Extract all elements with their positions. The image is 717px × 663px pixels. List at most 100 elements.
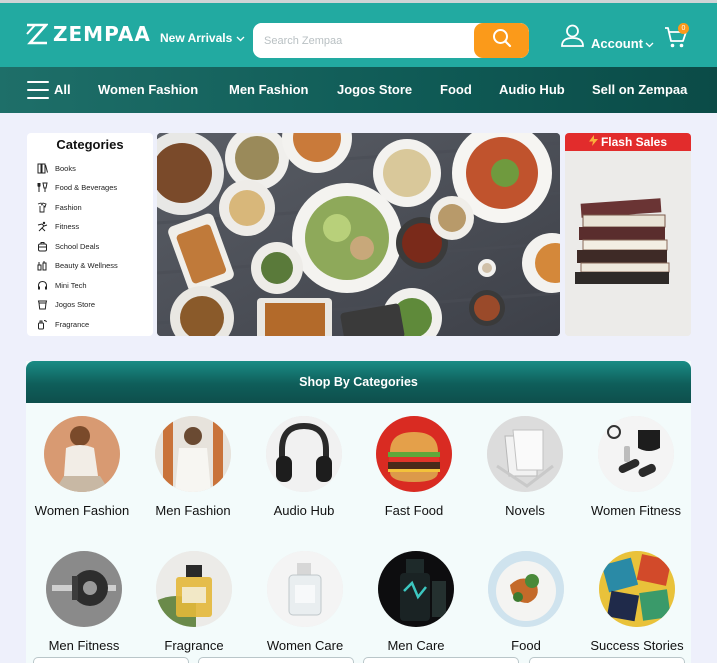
account-menu[interactable]: Account (560, 23, 654, 53)
sidebar-item-label: Jogos Store (55, 299, 96, 309)
sidebar-item-label: Mini Tech (55, 280, 87, 290)
nav-all[interactable]: All (54, 82, 71, 97)
food-image (488, 551, 564, 627)
search-bar (253, 23, 529, 58)
product-card[interactable] (33, 657, 189, 663)
fragrance-image (156, 551, 232, 627)
women-care-image (267, 551, 343, 627)
nav-food[interactable]: Food (440, 82, 472, 97)
category-tile-women-fitness[interactable]: Women Fitness (581, 416, 691, 518)
fragrance-icon (36, 318, 48, 330)
sidebar-item-school-deals[interactable]: School Deals (36, 239, 99, 253)
flash-sales-card[interactable]: Flash Sales (565, 133, 691, 336)
flash-sales-header: Flash Sales (565, 133, 691, 151)
sidebar-item-label: School Deals (55, 241, 100, 251)
women-fashion-image (44, 416, 120, 492)
fashion-icon (36, 201, 48, 213)
sidebar-item-fragrance[interactable]: Fragrance (36, 317, 89, 331)
category-tile-women-care[interactable]: Women Care (250, 551, 360, 653)
category-tile-men-fitness[interactable]: Men Fitness (29, 551, 139, 653)
sidebar-item-books[interactable]: Books (36, 161, 76, 175)
product-card[interactable] (363, 657, 519, 663)
cart-icon (664, 27, 688, 53)
food-beverages-icon (36, 181, 48, 193)
main-nav: All Women Fashion Men Fashion Jogos Stor… (0, 67, 717, 113)
jogos-store-icon (36, 298, 48, 310)
sidebar-item-label: Fashion (55, 202, 82, 212)
search-icon (492, 28, 512, 53)
sidebar-item-label: Fragrance (55, 319, 90, 329)
category-tile-label: Men Care (387, 638, 445, 653)
sidebar-item-jogos-store[interactable]: Jogos Store (36, 297, 95, 311)
product-card[interactable] (198, 657, 354, 663)
sidebar-item-label: Food & Beverages (55, 182, 118, 192)
category-tile-novels[interactable]: Novels (470, 416, 580, 518)
men-fitness-image (46, 551, 122, 627)
sidebar-item-label: Fitness (55, 221, 80, 231)
nav-men-fashion[interactable]: Men Fashion (229, 82, 308, 97)
account-label: Account (591, 36, 643, 51)
category-tile-label: Women Fashion (34, 503, 130, 518)
search-button[interactable] (474, 23, 529, 58)
category-tile-label: Men Fashion (155, 503, 231, 518)
sidebar-item-food-beverages[interactable]: Food & Beverages (36, 180, 117, 194)
chevron-down-icon (236, 31, 245, 45)
nav-jogos-store[interactable]: Jogos Store (337, 82, 412, 97)
nav-sell-on-zempaa[interactable]: Sell on Zempaa (592, 82, 687, 97)
category-tile-fragrance[interactable]: Fragrance (139, 551, 249, 653)
category-tile-label: Women Care (266, 638, 344, 653)
sidebar-item-fitness[interactable]: Fitness (36, 219, 79, 233)
category-tile-label: Fragrance (164, 638, 224, 653)
category-tile-food[interactable]: Food (471, 551, 581, 653)
school-deals-icon (36, 240, 48, 252)
cart-button[interactable]: 0 (664, 23, 690, 53)
category-tile-label: Fast Food (384, 503, 444, 518)
hero-banner[interactable] (157, 133, 560, 336)
sidebar-item-mini-tech[interactable]: Mini Tech (36, 278, 87, 292)
categories-title: Categories (56, 137, 124, 152)
category-tile-label: Women Fitness (590, 503, 682, 518)
logo[interactable]: ZEMPAA (26, 21, 151, 47)
header-bar: ZEMPAA New Arrivals Account 0 (0, 3, 717, 67)
new-arrivals-label: New Arrivals (160, 31, 233, 45)
brand-name: ZEMPAA (53, 22, 151, 46)
beauty-wellness-icon (36, 259, 48, 271)
new-arrivals-dropdown[interactable]: New Arrivals (160, 31, 245, 45)
category-tile-men-fashion[interactable]: Men Fashion (138, 416, 248, 518)
category-tile-label: Food (511, 638, 541, 653)
audio-hub-image (266, 416, 342, 492)
search-input[interactable] (253, 23, 475, 58)
category-tile-label: Success Stories (590, 638, 684, 653)
sidebar-item-label: Beauty & Wellness (55, 260, 118, 270)
sidebar-item-beauty-wellness[interactable]: Beauty & Wellness (36, 258, 118, 272)
hamburger-menu-icon[interactable] (27, 81, 49, 99)
category-tile-success-stories[interactable]: Success Stories (582, 551, 692, 653)
category-tile-audio-hub[interactable]: Audio Hub (249, 416, 359, 518)
men-fashion-image (155, 416, 231, 492)
category-tile-men-care[interactable]: Men Care (361, 551, 471, 653)
women-fitness-image (598, 416, 674, 492)
cart-count-badge: 0 (678, 23, 689, 34)
category-tile-label: Men Fitness (48, 638, 120, 653)
novels-image (487, 416, 563, 492)
shop-by-categories-title: Shop By Categories (26, 361, 691, 403)
sidebar-item-label: Books (55, 163, 76, 173)
logo-mark-icon (26, 23, 49, 45)
fast-food-image (376, 416, 452, 492)
nav-women-fashion[interactable]: Women Fashion (98, 82, 198, 97)
sidebar-item-fashion[interactable]: Fashion (36, 200, 82, 214)
nav-audio-hub[interactable]: Audio Hub (499, 82, 565, 97)
product-card[interactable] (529, 657, 685, 663)
success-stories-image (599, 551, 675, 627)
category-tile-fast-food[interactable]: Fast Food (359, 416, 469, 518)
books-icon (36, 162, 48, 174)
headphones-icon (36, 279, 48, 291)
category-tile-label: Novels (505, 503, 545, 518)
shop-by-categories-section: Shop By Categories Women Fashion Men Fas… (26, 361, 691, 663)
category-tile-women-fashion[interactable]: Women Fashion (27, 416, 137, 518)
flash-sales-title: Flash Sales (600, 135, 668, 149)
men-care-image (378, 551, 454, 627)
hero-food-image (157, 133, 560, 336)
user-icon (560, 23, 585, 53)
fitness-icon (36, 220, 48, 232)
